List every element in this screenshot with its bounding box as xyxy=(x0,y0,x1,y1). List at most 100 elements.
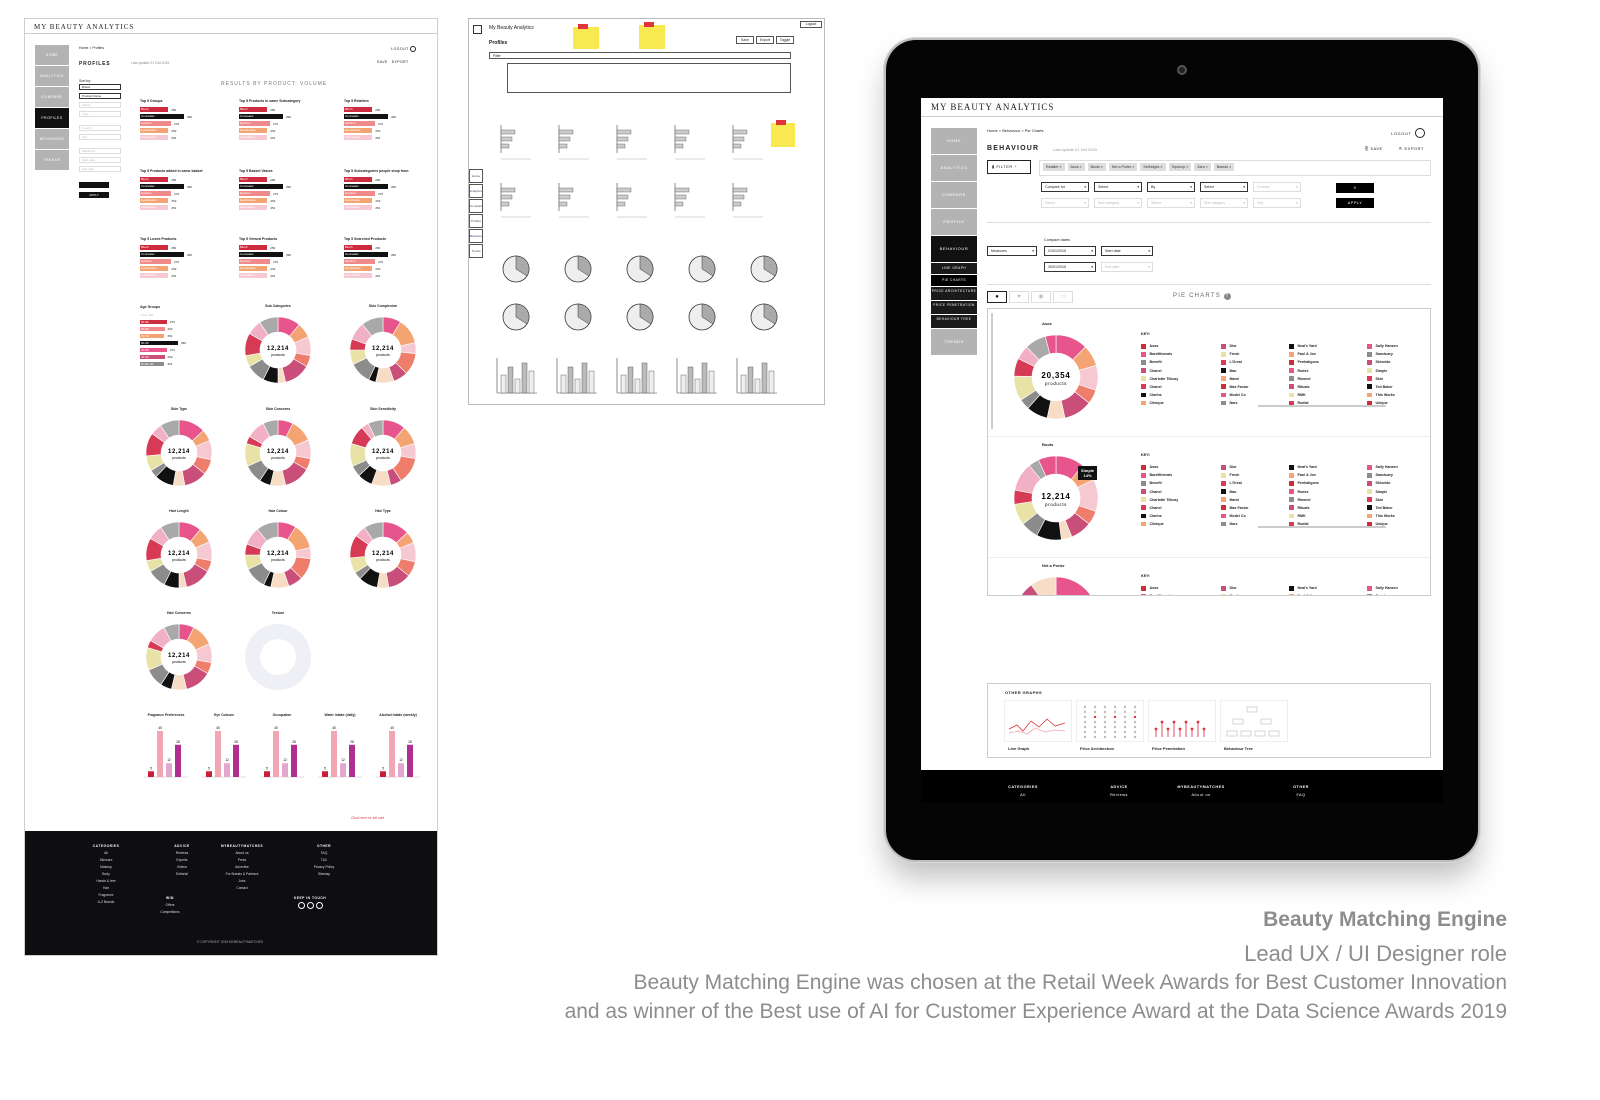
save-button[interactable]: ⎘ SAVE xyxy=(1365,146,1383,151)
key-item[interactable]: Clarins xyxy=(1141,513,1221,520)
key-item[interactable]: Paul & Joe xyxy=(1289,593,1367,595)
bar[interactable]: Eyeshadow xyxy=(344,198,373,203)
nav-item-trends[interactable]: TRENDS xyxy=(35,150,69,170)
close-icon[interactable]: × xyxy=(1058,165,1061,169)
key-item[interactable]: Benefit xyxy=(1141,359,1221,366)
key-item[interactable]: Neal's Yard xyxy=(1289,585,1367,592)
bar[interactable]: 50-59 xyxy=(140,348,167,352)
bar[interactable]: Eyeshadow xyxy=(344,128,373,133)
bar[interactable]: 40-49 xyxy=(140,355,165,359)
bar[interactable] xyxy=(273,731,279,777)
filter-select[interactable]: City xyxy=(79,134,121,140)
logout-link[interactable]: LOGOUT xyxy=(391,46,417,52)
filter-select[interactable]: Compare for ▾ xyxy=(1041,182,1089,192)
bar[interactable]: Eyeshadow xyxy=(140,266,169,271)
key-item[interactable]: This Works xyxy=(1367,513,1430,520)
apply-button[interactable]: APPLY xyxy=(1336,198,1374,208)
filter-button[interactable]: ▮ FILTER ^ xyxy=(987,160,1031,174)
wireframe-logout[interactable]: Logout xyxy=(800,21,822,28)
date-from-2[interactable]: 30/01/2015 ▾ xyxy=(1044,262,1096,272)
key-item[interactable]: Sally Hansen xyxy=(1367,585,1430,592)
footer-link[interactable]: Contact xyxy=(213,885,271,892)
key-item[interactable]: Mac xyxy=(1221,367,1289,374)
bar[interactable]: Foundation xyxy=(140,135,169,140)
key-item[interactable]: Charlotte Tilbury xyxy=(1141,375,1221,382)
date-from-1[interactable]: 01/01/2015 ▾ xyxy=(1044,246,1096,256)
close-icon[interactable]: × xyxy=(1159,165,1162,169)
bar[interactable]: Eyeshadow xyxy=(140,198,169,203)
bar[interactable]: Foundation xyxy=(344,205,373,210)
subnav-pie-charts[interactable]: PIE CHARTS xyxy=(931,275,977,286)
filter-chip[interactable]: Retailer × xyxy=(1043,163,1065,171)
key-item[interactable]: Asos xyxy=(1141,343,1221,350)
bar[interactable] xyxy=(282,763,288,777)
measures-select[interactable]: Measures ▾ xyxy=(987,246,1037,256)
nav-item-analytics[interactable]: ANALYTICS xyxy=(35,66,69,86)
key-item[interactable]: Sally Hansen xyxy=(1367,343,1430,350)
wireframe-side-tab[interactable]: Home xyxy=(469,169,483,183)
filter-select[interactable]: Start date xyxy=(79,157,121,163)
key-item[interactable]: BareMinerals xyxy=(1141,593,1221,595)
key-item[interactable]: Chanel xyxy=(1141,383,1221,390)
bar[interactable]: Eyeliner xyxy=(140,121,172,126)
nav-item-compare[interactable]: COMPARE xyxy=(35,87,69,107)
bar[interactable]: 60-69 xyxy=(140,341,178,345)
filter-chip[interactable]: Brands × xyxy=(1213,163,1235,171)
filter-select[interactable]: Sub category ▾ xyxy=(1200,198,1248,208)
key-item[interactable]: Asos xyxy=(1141,585,1221,592)
logout-link[interactable]: LOGOUT xyxy=(1391,128,1425,138)
close-icon[interactable]: × xyxy=(1228,165,1231,169)
wireframe-side-tab[interactable]: Profiles xyxy=(469,214,483,228)
heart-tab-icon[interactable]: ♥ xyxy=(1009,291,1029,303)
bar[interactable]: Eyeshadow xyxy=(239,198,268,203)
bar[interactable]: Eyeshadow xyxy=(239,128,268,133)
bar[interactable]: 80-89 xyxy=(140,327,165,331)
filter-select[interactable]: Measures xyxy=(79,148,121,154)
filter-select[interactable]: Type xyxy=(79,111,121,117)
linkedin-icon[interactable] xyxy=(315,902,323,909)
bar[interactable]: Under 20 xyxy=(140,362,165,366)
key-item[interactable]: Rituals xyxy=(1289,383,1367,390)
bar[interactable] xyxy=(233,744,239,777)
key-item[interactable]: BareMinerals xyxy=(1141,472,1221,479)
bar[interactable] xyxy=(389,731,395,777)
key-item[interactable]: Model Co xyxy=(1221,392,1289,399)
key-item[interactable]: Mac xyxy=(1221,488,1289,495)
key-item[interactable]: Ted Baker xyxy=(1367,383,1430,390)
key-item[interactable]: This Works xyxy=(1367,392,1430,399)
filter-select[interactable]: Country xyxy=(79,125,121,131)
bar[interactable]: Eyeliner xyxy=(140,191,172,196)
graph-thumbnail[interactable] xyxy=(1148,700,1216,742)
key-item[interactable]: BareMinerals xyxy=(1141,351,1221,358)
footer-link[interactable]: About us xyxy=(1171,791,1231,799)
key-item[interactable]: Max Factor xyxy=(1221,383,1289,390)
bar[interactable] xyxy=(322,771,328,777)
bar[interactable]: Concealer xyxy=(239,252,283,257)
bar[interactable]: Eyeshadow xyxy=(344,266,373,271)
pie-segment[interactable] xyxy=(1055,576,1098,596)
wireframe-button[interactable]: Save xyxy=(736,36,754,44)
close-icon[interactable]: × xyxy=(1100,165,1103,169)
subnav-line-graph[interactable]: LINE GRAPH xyxy=(931,263,977,274)
bar[interactable] xyxy=(206,771,212,777)
footer-link[interactable]: FAQ xyxy=(1271,791,1331,799)
nav-item-behaviour[interactable]: BEHAVIOUR xyxy=(931,236,977,262)
key-item[interactable]: Dior xyxy=(1221,585,1289,592)
close-icon[interactable]: × xyxy=(1185,165,1188,169)
graph-label[interactable]: Line Graph xyxy=(1008,746,1029,751)
key-item[interactable]: Max Factor xyxy=(1221,504,1289,511)
filter-select[interactable]: Select ▾ xyxy=(1041,198,1089,208)
footer-link[interactable]: Privacy Policy xyxy=(295,864,353,871)
key-item[interactable]: Chanel xyxy=(1141,367,1221,374)
key-item[interactable]: Chanel xyxy=(1141,504,1221,511)
footer-link[interactable]: Competitions xyxy=(141,909,199,916)
key-item[interactable]: Penhaligons xyxy=(1289,480,1367,487)
key-item[interactable]: Paul & Joe xyxy=(1289,351,1367,358)
footer-link[interactable]: Hair xyxy=(77,885,135,892)
bar[interactable]: Blush xyxy=(239,107,268,112)
key-item[interactable]: Rodex xyxy=(1289,488,1367,495)
footer-link[interactable]: Fragrance xyxy=(77,892,135,899)
footer-link[interactable]: Reviews xyxy=(1089,791,1149,799)
graph-thumbnail[interactable] xyxy=(1220,700,1288,742)
save-button[interactable]: SAVE xyxy=(377,60,388,64)
